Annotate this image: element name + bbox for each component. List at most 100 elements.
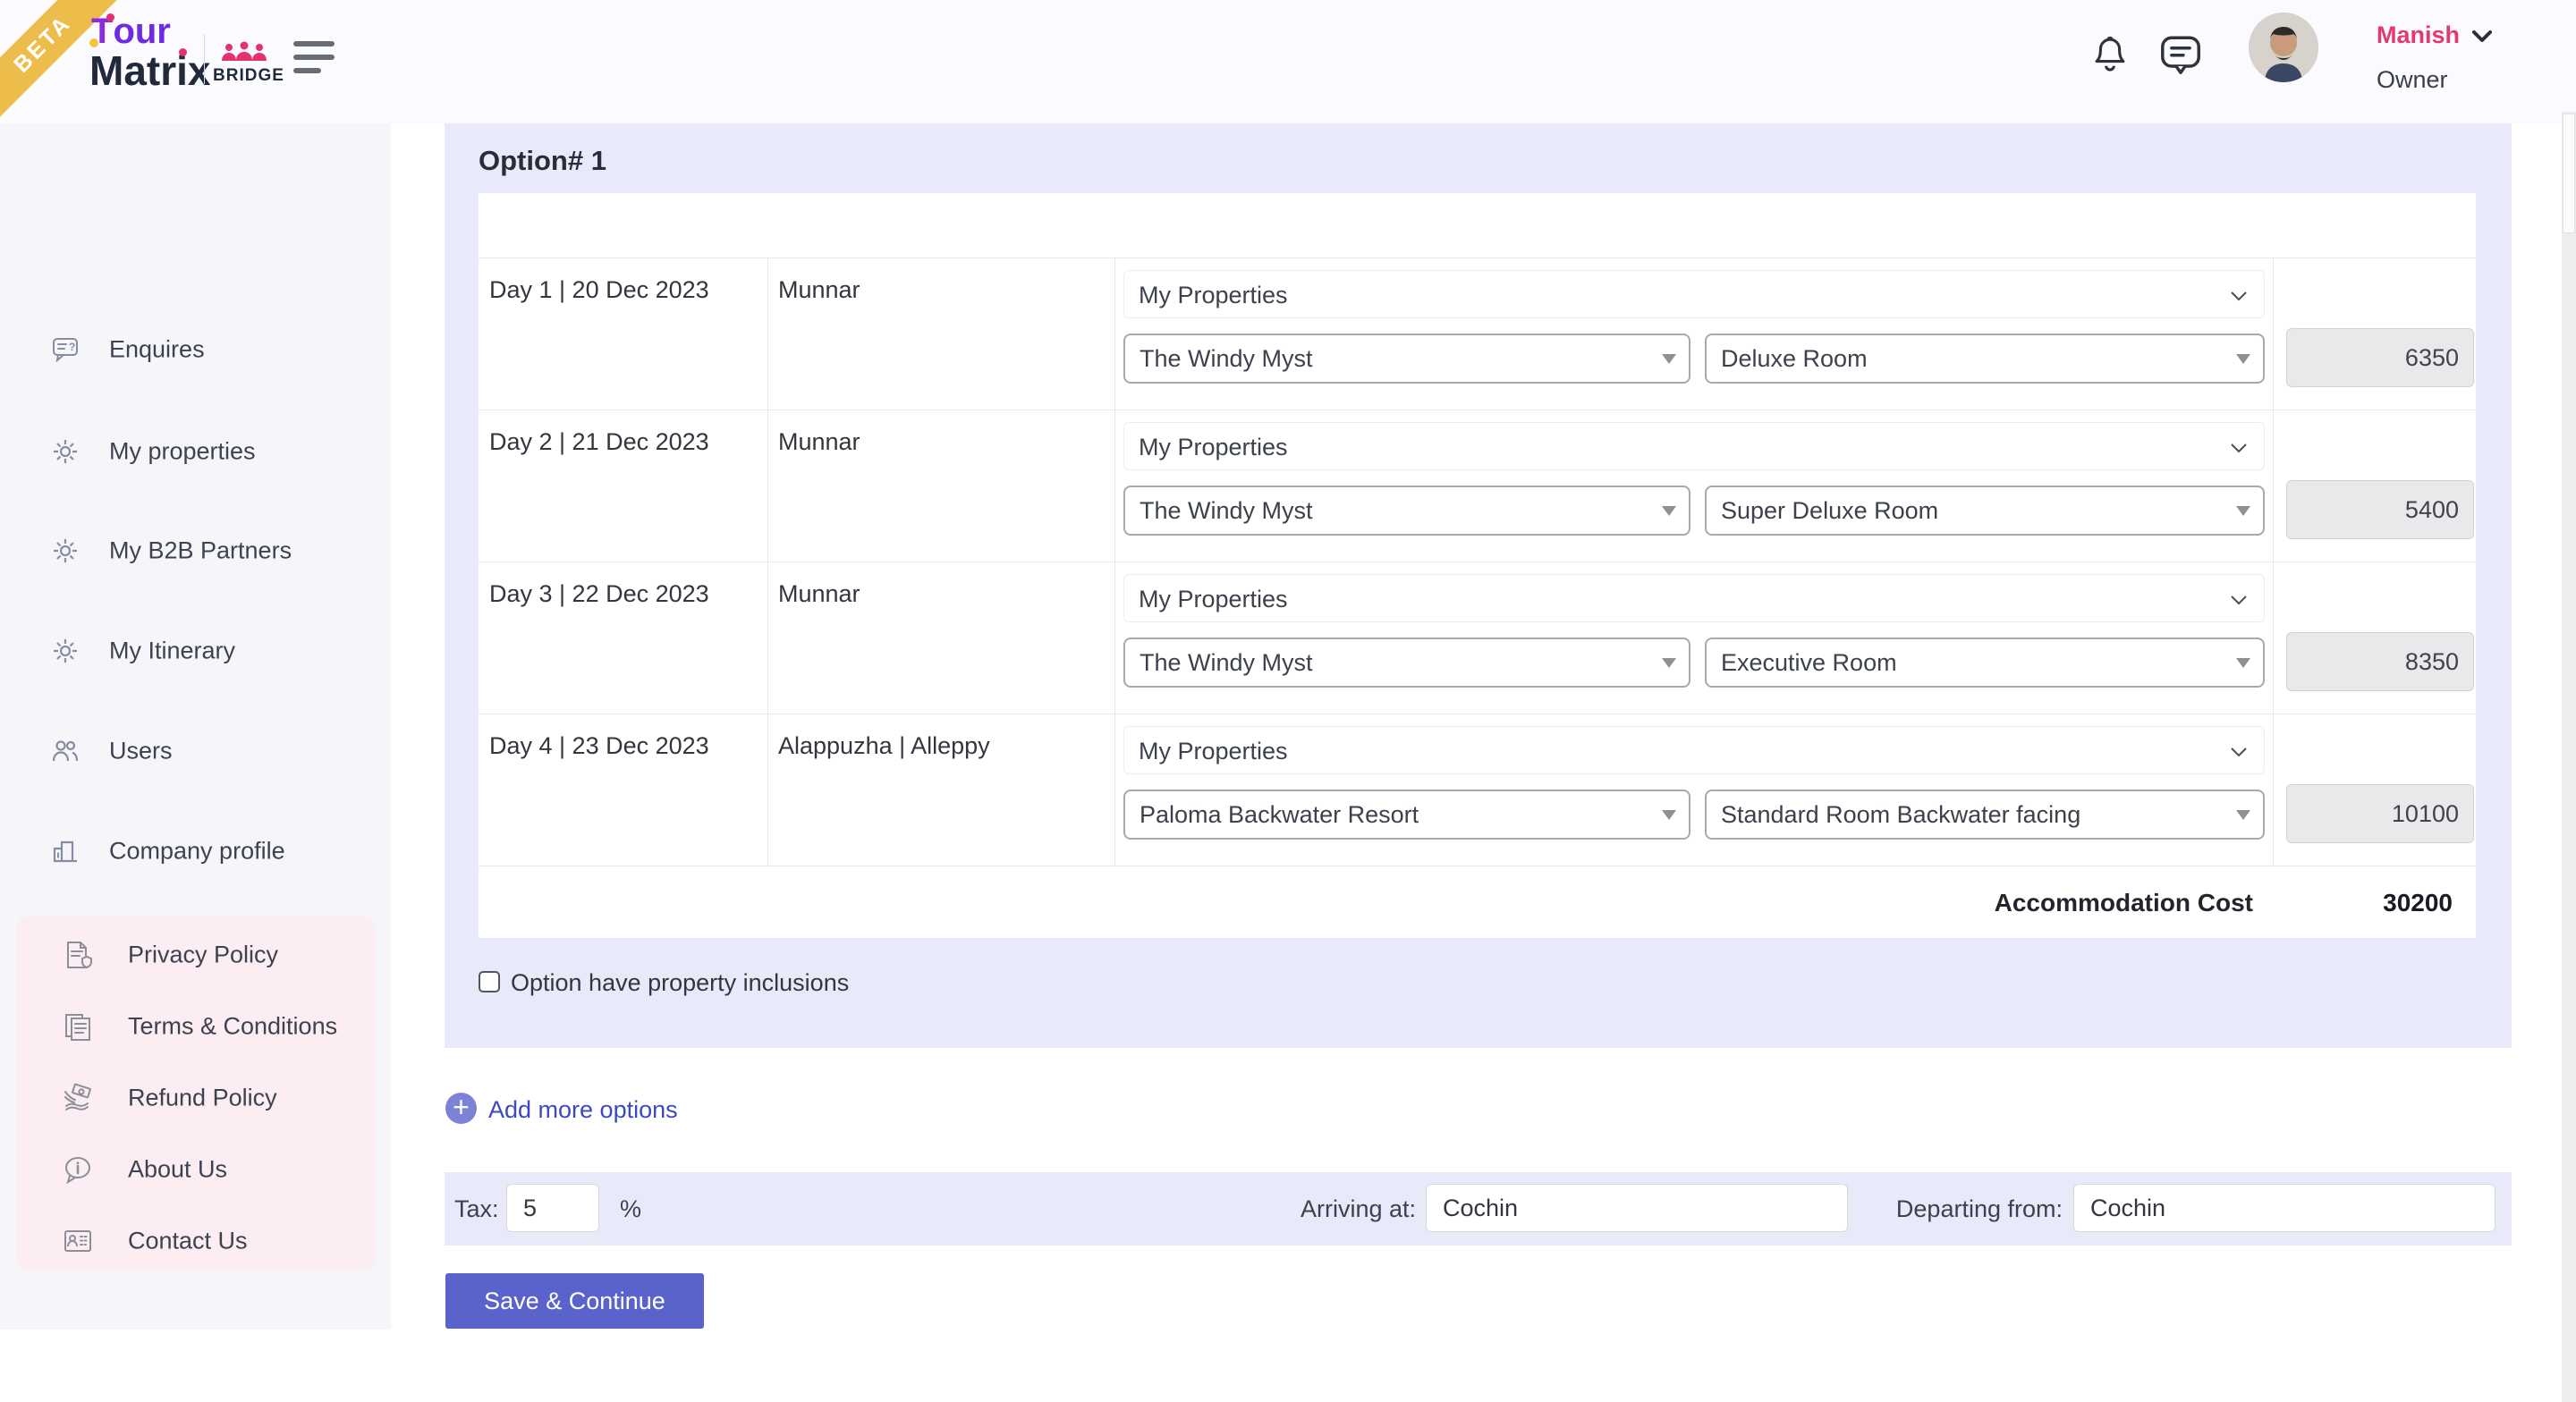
chat-question-icon: ? [51, 335, 80, 364]
plus-circle-icon: + [445, 1093, 477, 1124]
day-date-label: Day 1 | 20 Dec 2023 [489, 276, 709, 304]
bridge-logo: BRIDGE [213, 41, 275, 86]
column-divider [2273, 258, 2274, 410]
day-row: Day 3 | 22 Dec 2023 Munnar My Properties… [479, 562, 2476, 714]
sidebar-item-enquires[interactable]: ? Enquires [0, 323, 391, 376]
room-cost-field[interactable]: 5400 [2286, 480, 2474, 539]
property-select[interactable]: Paloma Backwater Resort [1123, 790, 1690, 840]
column-divider [1114, 714, 1115, 866]
bridge-people-icon [218, 41, 270, 64]
id-card-icon [63, 1226, 93, 1256]
day-row: Day 2 | 21 Dec 2023 Munnar My Properties… [479, 410, 2476, 562]
logo-matrix: Matrix [89, 50, 211, 91]
sidebar: ? Enquires My properties My B2B Partners… [0, 123, 391, 1330]
top-header: BETA Tour Matrix BRIDGE [0, 0, 2576, 123]
info-bubble-icon [63, 1154, 93, 1185]
gear-icon [51, 536, 80, 565]
accommodation-row: Accommodation Cost 30200 [479, 866, 2476, 937]
sidebar-item-b2b-partners[interactable]: My B2B Partners [0, 524, 391, 578]
chevron-down-icon [2472, 30, 2492, 43]
column-divider [2273, 410, 2274, 562]
dropdown-arrow-icon [1662, 354, 1676, 364]
menu-hamburger-icon[interactable] [293, 41, 335, 77]
column-divider [767, 410, 768, 562]
location-label: Alappuzha | Alleppy [778, 732, 990, 760]
property-inclusions-label: Option have property inclusions [511, 969, 849, 997]
app-logo: Tour Matrix [89, 13, 211, 91]
departing-from-input[interactable]: Cochin [2073, 1184, 2496, 1232]
day-rows: Day 1 | 20 Dec 2023 Munnar My Properties… [479, 258, 2476, 866]
room-select[interactable]: Super Deluxe Room [1705, 486, 2265, 536]
day-date-label: Day 2 | 21 Dec 2023 [489, 428, 709, 456]
dropdown-arrow-icon [2236, 354, 2250, 364]
dropdown-arrow-icon [2236, 506, 2250, 516]
sidebar-policy-card: Privacy Policy Terms & Conditions Refund… [16, 916, 376, 1271]
location-label: Munnar [778, 580, 860, 608]
property-category-select[interactable]: My Properties [1123, 726, 2265, 774]
gear-icon [51, 437, 80, 466]
sidebar-item-contact-us[interactable]: Contact Us [16, 1214, 376, 1268]
column-divider [767, 562, 768, 714]
day-row: Day 4 | 23 Dec 2023 Alappuzha | Alleppy … [479, 714, 2476, 866]
arriving-at-input[interactable]: Cochin [1426, 1184, 1848, 1232]
logo-divider [204, 34, 205, 84]
trip-settings-bar: Tax: 5 % Arriving at: Cochin Departing f… [445, 1172, 2512, 1246]
accommodation-cost-value: 30200 [2383, 889, 2453, 917]
user-menu[interactable]: Manish Owner [2377, 21, 2492, 94]
sidebar-item-users[interactable]: Users [0, 724, 391, 778]
table-header-row [479, 193, 2476, 258]
location-label: Munnar [778, 428, 860, 456]
gear-icon [51, 637, 80, 665]
messages-chat-icon[interactable] [2157, 32, 2204, 77]
tax-input[interactable]: 5 [506, 1184, 599, 1232]
dropdown-arrow-icon [1662, 658, 1676, 668]
percent-label: % [620, 1195, 641, 1223]
sidebar-item-terms-conditions[interactable]: Terms & Conditions [16, 1000, 376, 1053]
hand-money-icon [63, 1083, 93, 1113]
departing-from-label: Departing from: [1860, 1195, 2063, 1223]
dropdown-arrow-icon [1662, 810, 1676, 820]
user-role: Owner [2377, 66, 2492, 94]
save-continue-button[interactable]: Save & Continue [445, 1273, 704, 1329]
room-select[interactable]: Deluxe Room [1705, 334, 2265, 384]
users-icon [51, 737, 80, 765]
dropdown-arrow-icon [2236, 658, 2250, 668]
room-cost-field[interactable]: 10100 [2286, 784, 2474, 843]
property-inclusions-checkbox[interactable] [479, 971, 500, 992]
chevron-down-icon [2230, 443, 2248, 453]
scrollbar-thumb[interactable] [2563, 114, 2575, 233]
room-select[interactable]: Standard Room Backwater facing [1705, 790, 2265, 840]
property-select[interactable]: The Windy Myst [1123, 638, 1690, 688]
column-divider [1114, 258, 1115, 410]
room-cost-field[interactable]: 6350 [2286, 328, 2474, 387]
user-avatar[interactable] [2249, 13, 2318, 82]
sidebar-item-company-profile[interactable]: Company profile [0, 824, 391, 878]
sidebar-item-my-itinerary[interactable]: My Itinerary [0, 624, 391, 678]
property-category-select[interactable]: My Properties [1123, 574, 2265, 622]
chevron-down-icon [2230, 291, 2248, 301]
logo-t-mark: T [91, 12, 113, 51]
property-category-select[interactable]: My Properties [1123, 422, 2265, 470]
itinerary-table: Day 1 | 20 Dec 2023 Munnar My Properties… [479, 193, 2476, 938]
property-select[interactable]: The Windy Myst [1123, 334, 1690, 384]
day-date-label: Day 4 | 23 Dec 2023 [489, 732, 709, 760]
chevron-down-icon [2230, 747, 2248, 757]
notifications-bell-icon[interactable] [2089, 32, 2131, 77]
property-select[interactable]: The Windy Myst [1123, 486, 1690, 536]
logo-tour: Tour [91, 13, 213, 50]
day-date-label: Day 3 | 22 Dec 2023 [489, 580, 709, 608]
sidebar-item-about-us[interactable]: About Us [16, 1143, 376, 1196]
sidebar-item-privacy-policy[interactable]: Privacy Policy [16, 928, 376, 982]
location-label: Munnar [778, 276, 860, 304]
room-cost-field[interactable]: 8350 [2286, 632, 2474, 691]
sidebar-item-my-properties[interactable]: My properties [0, 425, 391, 478]
user-name[interactable]: Manish [2377, 21, 2492, 49]
column-divider [767, 714, 768, 866]
option-panel: Option# 1 Day 1 | 20 Dec 2023 Munnar My … [445, 123, 2512, 1048]
property-category-select[interactable]: My Properties [1123, 270, 2265, 318]
page-scrollbar[interactable] [2562, 112, 2576, 1402]
tax-label: Tax: [454, 1195, 499, 1223]
room-select[interactable]: Executive Room [1705, 638, 2265, 688]
sidebar-item-refund-policy[interactable]: Refund Policy [16, 1071, 376, 1125]
dropdown-arrow-icon [1662, 506, 1676, 516]
